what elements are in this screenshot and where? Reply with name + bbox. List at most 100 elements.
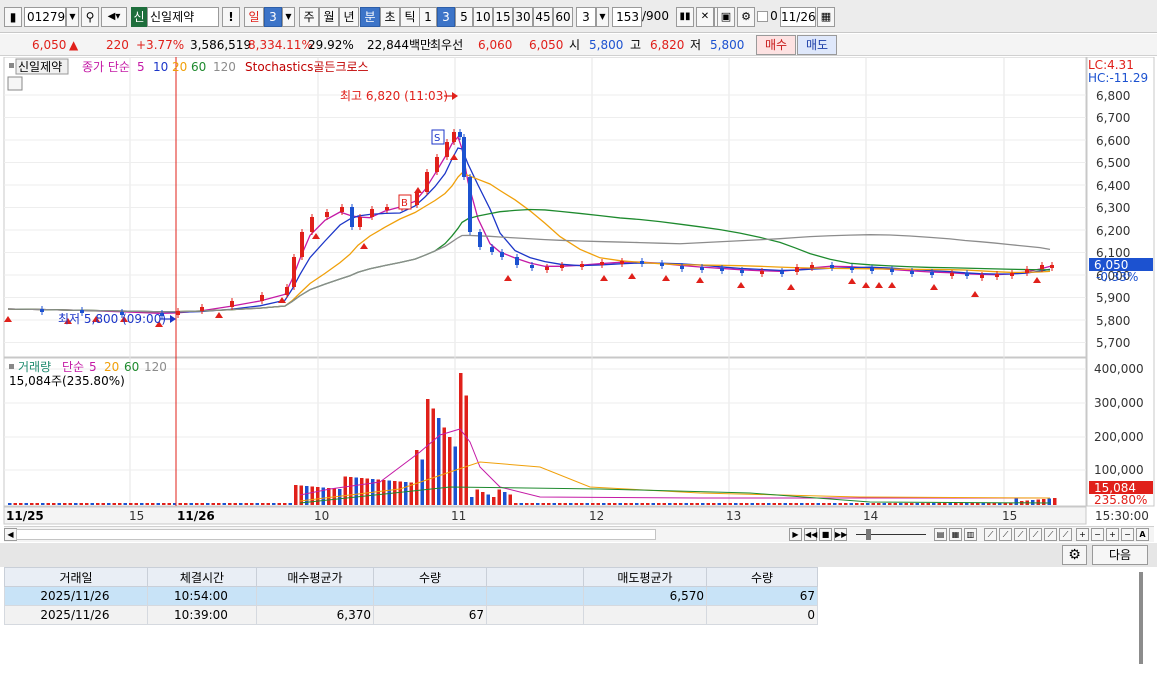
minute-option-10[interactable]: 10 <box>473 7 493 27</box>
header-exec-time[interactable]: 체결시간 <box>147 567 257 587</box>
tab-tick[interactable]: 틱 <box>400 7 420 27</box>
next-button[interactable]: 다음 <box>1092 545 1148 565</box>
magnify-icon[interactable]: ▤ <box>934 528 947 541</box>
tab-week[interactable]: 주 <box>299 7 319 27</box>
trend-tool-icon[interactable]: ⟋ <box>999 528 1012 541</box>
scroll-thumb[interactable] <box>16 529 656 540</box>
volume-bar <box>794 503 798 505</box>
zoom-in-icon[interactable]: + <box>1076 528 1089 541</box>
header-sell-qty[interactable]: 수량 <box>706 567 818 587</box>
volume-bar <box>112 503 116 505</box>
volume-bar <box>954 503 958 505</box>
save-icon[interactable]: ▣ <box>717 7 735 27</box>
period-checkbox[interactable] <box>757 11 768 22</box>
alert-button[interactable]: ! <box>222 7 240 27</box>
box-zoom-icon[interactable]: ▦ <box>949 528 962 541</box>
volume-bar <box>728 503 732 505</box>
zoom-out-icon[interactable]: − <box>1091 528 1104 541</box>
volume-bar <box>866 503 870 505</box>
date-input[interactable]: 11/26 <box>780 7 816 27</box>
interval-input[interactable]: 3 <box>576 7 596 27</box>
scroll-right-icon[interactable]: ▶ <box>789 528 802 541</box>
text-tool-icon[interactable]: A <box>1136 528 1149 541</box>
zoom-reset-icon[interactable]: + <box>1106 528 1119 541</box>
code-dropdown-icon[interactable]: ▼ <box>66 7 79 27</box>
chart-horizontal-scroll[interactable]: ◀ ▶ ◀◀ ■ ▶▶ ▤ ▦ ▥ ⟋ ⟋ ⟋ ⟋ ⟋ ⟋ + − + − A <box>4 526 1154 542</box>
volume-bar <box>316 487 320 505</box>
volume-bar <box>167 503 171 505</box>
fast-forward-icon[interactable]: ▶▶ <box>834 528 847 541</box>
zoom-slider-handle[interactable] <box>866 529 871 540</box>
search-icon[interactable]: ⚲ <box>81 7 99 27</box>
candle-body <box>370 209 374 217</box>
minute-option-1[interactable]: 1 <box>419 7 437 27</box>
header-buy-qty[interactable]: 수량 <box>373 567 487 587</box>
day-dropdown-icon[interactable]: ▼ <box>282 7 295 27</box>
tab-day[interactable]: 일 <box>244 7 264 27</box>
volume-bar <box>19 503 23 505</box>
table-row[interactable]: 2025/11/26 10:39:00 6,370 67 0 <box>4 605 818 625</box>
cell-date: 2025/11/26 <box>4 586 148 606</box>
cell-blank <box>486 605 584 625</box>
draw-tool-icon[interactable]: ✕ <box>696 7 714 27</box>
minute-option-15[interactable]: 15 <box>493 7 513 27</box>
tab-second[interactable]: 초 <box>380 7 400 27</box>
header-trade-date[interactable]: 거래일 <box>4 567 148 587</box>
table-row[interactable]: 2025/11/26 10:54:00 6,570 67 <box>4 586 818 606</box>
line-tool-icon[interactable]: ⟋ <box>984 528 997 541</box>
volume-bar <box>651 503 655 505</box>
minute-option-3[interactable]: 3 <box>437 7 455 27</box>
calendar-icon[interactable]: ▦ <box>817 7 835 27</box>
header-sell-avg[interactable]: 매도평균가 <box>583 567 707 587</box>
volume-bar <box>151 503 155 505</box>
stock-name-field[interactable]: 신일제약 <box>147 7 219 27</box>
count-input[interactable]: 153 <box>612 7 642 27</box>
candle-body <box>740 270 744 273</box>
volume-bar <box>503 492 507 505</box>
fib-tool-icon[interactable]: ⟋ <box>1044 528 1057 541</box>
minute-option-45[interactable]: 45 <box>533 7 553 27</box>
buy-button[interactable]: 매수 <box>756 35 796 55</box>
tab-month[interactable]: 월 <box>319 7 339 27</box>
tab-year[interactable]: 년 <box>339 7 359 27</box>
chart-table-icon[interactable] <box>7 76 23 91</box>
tab-minute[interactable]: 분 <box>360 7 380 27</box>
header-buy-avg[interactable]: 매수평균가 <box>256 567 374 587</box>
volume-legend-ma5: 5 <box>89 360 97 374</box>
minute-option-30[interactable]: 30 <box>513 7 533 27</box>
minute-option-60[interactable]: 60 <box>553 7 573 27</box>
volume-bar <box>690 503 694 505</box>
checkbox-label: 0 <box>770 9 778 23</box>
rewind-icon[interactable]: ◀◀ <box>804 528 817 541</box>
gear-icon[interactable]: ⚙ <box>1062 545 1087 565</box>
sell-button[interactable]: 매도 <box>797 35 837 55</box>
volume-bar <box>382 480 386 505</box>
candle-body <box>445 142 449 157</box>
volume-bar <box>239 503 243 505</box>
ray-tool-icon[interactable]: ⟋ <box>1014 528 1027 541</box>
volume-bar <box>475 489 479 505</box>
table-vertical-scrollbar[interactable] <box>1139 572 1143 664</box>
minute-option-5[interactable]: 5 <box>455 7 473 27</box>
channel-tool-icon[interactable]: ⟋ <box>1029 528 1042 541</box>
font-size-icon[interactable]: − <box>1121 528 1134 541</box>
candle-type-icon[interactable]: ▮▮ <box>676 7 694 27</box>
stock-code-input[interactable]: 012790 <box>24 7 73 27</box>
interval-dropdown-icon[interactable]: ▼ <box>596 7 609 27</box>
legend-square-icon <box>9 63 14 68</box>
volume-bar <box>789 503 793 505</box>
volume-bar <box>734 503 738 505</box>
cross-tool-icon[interactable]: ⟋ <box>1059 528 1072 541</box>
stock-chart[interactable]: 신일제약 종가 단순 5 10 20 60 120 Stochastics골든크… <box>0 57 1157 526</box>
speaker-icon[interactable]: ◀▾ <box>101 7 127 27</box>
settings-icon[interactable]: ⚙ <box>737 7 755 27</box>
candle-body <box>435 157 439 172</box>
volume-legend-ma120: 120 <box>144 360 167 374</box>
volume-bar <box>123 503 127 505</box>
cell-buy-avg <box>256 586 374 606</box>
chart-layout-icon[interactable]: ▮ <box>4 7 22 27</box>
stop-icon[interactable]: ■ <box>819 528 832 541</box>
day-count[interactable]: 3 <box>264 7 282 27</box>
fit-icon[interactable]: ▥ <box>964 528 977 541</box>
candle-body <box>680 266 684 269</box>
